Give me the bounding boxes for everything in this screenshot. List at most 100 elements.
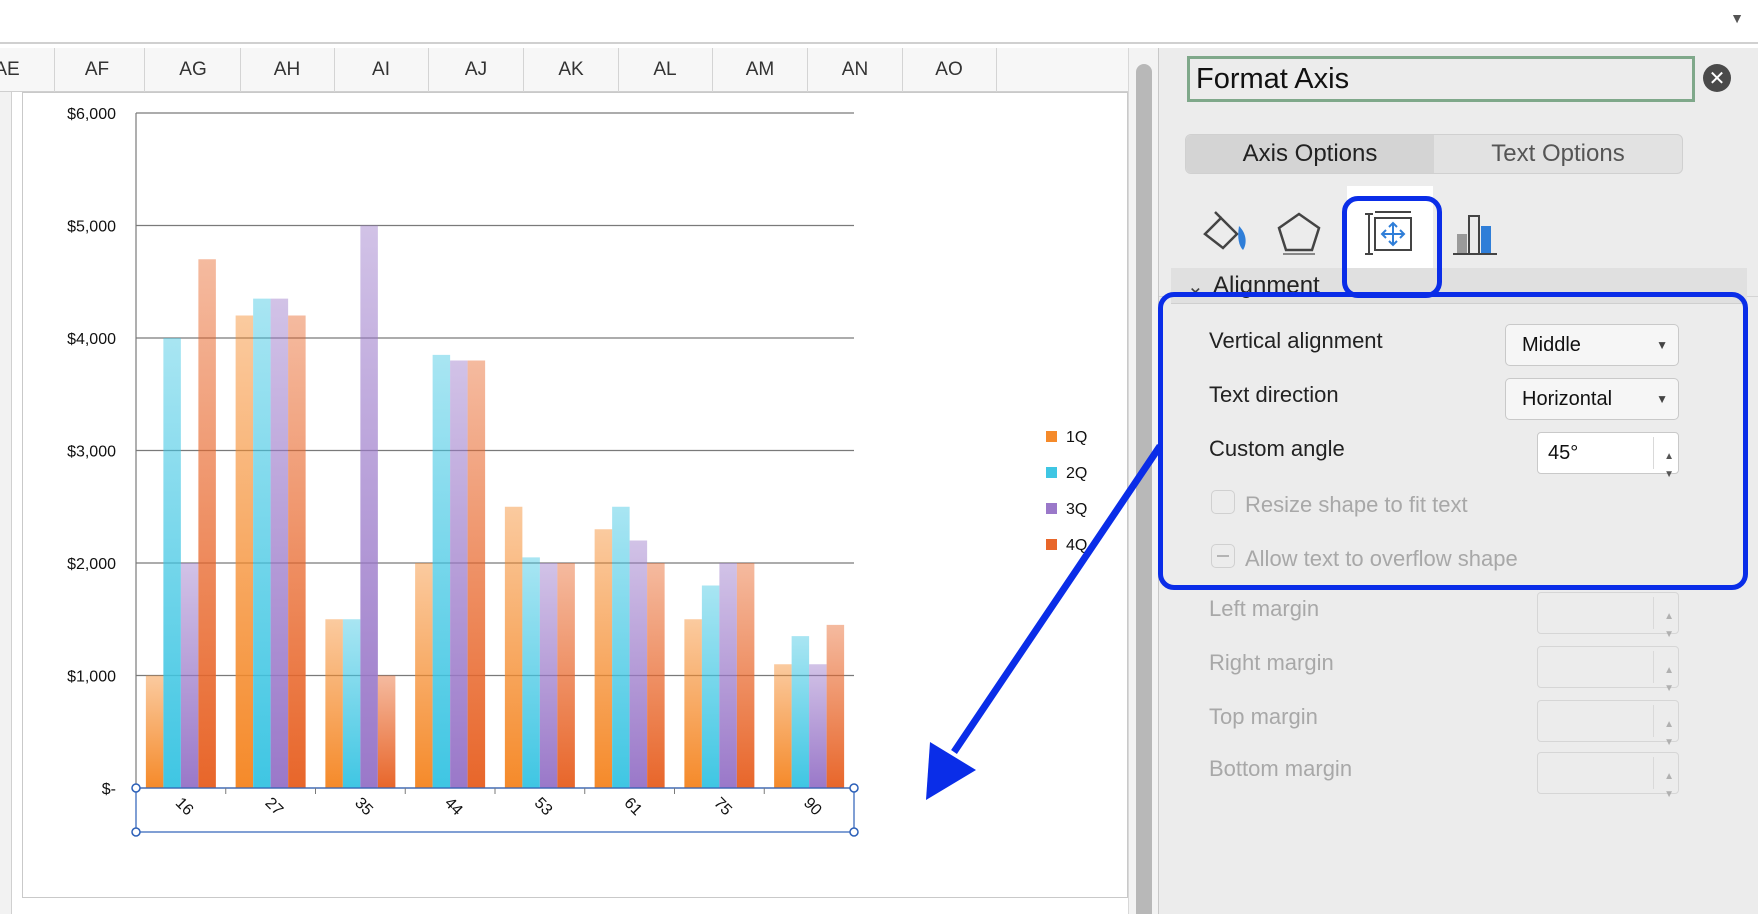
bar-3q-35: [360, 225, 378, 788]
pane-title: Format Axis: [1187, 56, 1695, 102]
bar-4q-16: [198, 259, 216, 788]
bar-1q-35: [325, 619, 343, 788]
y-tick-label: $4,000: [67, 331, 116, 348]
bar-3q-16: [180, 563, 199, 788]
x-axis-selection[interactable]: [135, 787, 855, 833]
section-title: Alignment: [1213, 272, 1320, 299]
spinner-divider: [1653, 757, 1654, 789]
spinner-divider: [1653, 705, 1654, 737]
legend[interactable]: 1Q 2Q 3Q 4Q: [1046, 429, 1087, 554]
close-icon[interactable]: ✕: [1703, 64, 1731, 92]
selection-handle[interactable]: [131, 827, 141, 837]
y-tick-label: $3,000: [67, 444, 116, 461]
bar-2q-16: [163, 338, 181, 788]
pentagon-icon[interactable]: [1269, 204, 1329, 264]
legend-swatch-3q: [1046, 503, 1057, 514]
selection-handle[interactable]: [131, 783, 141, 793]
text-direction-value: Horizontal: [1522, 388, 1613, 410]
bar-4q-27: [288, 315, 306, 788]
bar-3q-75: [719, 563, 737, 788]
selection-handle[interactable]: [849, 827, 859, 837]
bar-4q-90: [826, 624, 845, 788]
bar-2q-90: [791, 636, 810, 788]
bar-1q-90: [774, 664, 792, 788]
bar-4q-61: [647, 563, 665, 788]
right-margin-label: Right margin: [1209, 650, 1334, 675]
x-tick-label: 75: [710, 795, 735, 820]
spinner-divider: [1653, 651, 1654, 683]
y-tick-label: $1,000: [67, 669, 116, 686]
chevron-down-icon[interactable]: ⌄: [1187, 274, 1204, 299]
legend-label-3q: 3Q: [1066, 501, 1087, 518]
bar-1q-27: [235, 315, 254, 788]
bar-2q-27: [253, 298, 271, 788]
bar-1q-61: [594, 529, 613, 788]
bar-1q-53: [504, 506, 523, 788]
text-direction-label: Text direction: [1209, 382, 1339, 407]
left-margin-spinner[interactable]: ▲ ▼: [1537, 592, 1679, 640]
vertical-alignment-select[interactable]: Middle ▼: [1505, 324, 1679, 366]
x-tick-label: 44: [441, 795, 466, 820]
bar-3q-61: [629, 540, 648, 788]
y-tick-label: $5,000: [67, 219, 116, 236]
excel-window: ▼ AE AF AG AH AI AJ AK AL AM AN AO $- $1,000 $2,000 $…: [0, 0, 1758, 914]
y-tick-label: $2,000: [67, 556, 116, 573]
format-axis-pane: Format Axis ✕ Axis Options Text Options: [1158, 48, 1758, 914]
y-tick-label: $6,000: [67, 106, 116, 123]
bar-4q-35: [377, 675, 396, 788]
scrollbar-thumb[interactable]: [1136, 64, 1152, 914]
spinner-divider: [1653, 437, 1654, 469]
selection-handle[interactable]: [849, 783, 859, 793]
y-tick-label: $-: [102, 781, 116, 798]
alignment-header[interactable]: ⌄ Alignment: [1171, 268, 1747, 304]
x-tick-label: 35: [351, 795, 376, 820]
top-margin-spinner[interactable]: ▲ ▼: [1537, 700, 1679, 748]
vertical-scrollbar[interactable]: [1128, 48, 1158, 914]
bar-1q-16: [145, 675, 164, 788]
bar-3q-44: [450, 360, 468, 788]
size-properties-icon[interactable]: [1361, 204, 1421, 264]
bars: [145, 225, 845, 788]
x-tick-label: 61: [621, 795, 646, 820]
bar-2q-35: [342, 619, 361, 788]
x-tick-label: 16: [172, 795, 197, 820]
bottom-margin-label: Bottom margin: [1209, 756, 1353, 781]
left-margin-label: Left margin: [1209, 596, 1320, 621]
bottom-margin-spinner[interactable]: ▲ ▼: [1537, 752, 1679, 800]
bar-chart[interactable]: $- $1,000 $2,000 $3,000 $4,000 $5,000 $6,000 16…: [0, 0, 1128, 914]
bar-chart-icon[interactable]: [1445, 204, 1505, 264]
bar-2q-53: [522, 557, 540, 788]
bar-4q-75: [736, 563, 755, 788]
x-tick-label: 27: [262, 795, 287, 820]
bar-1q-75: [684, 619, 702, 788]
stepper-down-icon[interactable]: ▼: [1664, 775, 1674, 815]
tab-text-options[interactable]: Text Options: [1434, 135, 1682, 173]
text-direction-select[interactable]: Horizontal ▼: [1505, 378, 1679, 420]
x-tick-label: 53: [531, 795, 556, 820]
custom-angle-value: 45°: [1548, 442, 1579, 464]
allow-overflow-checkbox[interactable]: [1211, 544, 1235, 568]
vertical-alignment-value: Middle: [1522, 334, 1581, 356]
spinner-divider: [1653, 597, 1654, 629]
bar-3q-53: [539, 563, 558, 788]
x-tick-label: 90: [800, 795, 825, 820]
ribbon-toggle-icon[interactable]: ▼: [1730, 10, 1744, 26]
vertical-alignment-label: Vertical alignment: [1209, 328, 1383, 353]
resize-shape-checkbox[interactable]: [1211, 490, 1235, 514]
allow-overflow-label: Allow text to overflow shape: [1245, 546, 1518, 571]
paint-bucket-icon[interactable]: [1195, 204, 1255, 264]
bar-2q-61: [612, 506, 630, 788]
chevron-down-icon: ▼: [1656, 392, 1668, 406]
legend-swatch-4q: [1046, 539, 1057, 550]
bar-3q-27: [270, 298, 289, 788]
legend-label-4q: 4Q: [1066, 537, 1087, 554]
bar-2q-75: [701, 585, 720, 788]
right-margin-spinner[interactable]: ▲ ▼: [1537, 646, 1679, 694]
tab-axis-options[interactable]: Axis Options: [1186, 135, 1434, 173]
bar-3q-90: [809, 664, 827, 788]
option-tabs: Axis Options Text Options: [1185, 134, 1683, 174]
stepper-down-icon[interactable]: ▼: [1664, 455, 1674, 495]
custom-angle-spinner[interactable]: 45° ▲ ▼: [1537, 432, 1679, 480]
chevron-down-icon: ▼: [1656, 338, 1668, 352]
custom-angle-label: Custom angle: [1209, 436, 1345, 461]
